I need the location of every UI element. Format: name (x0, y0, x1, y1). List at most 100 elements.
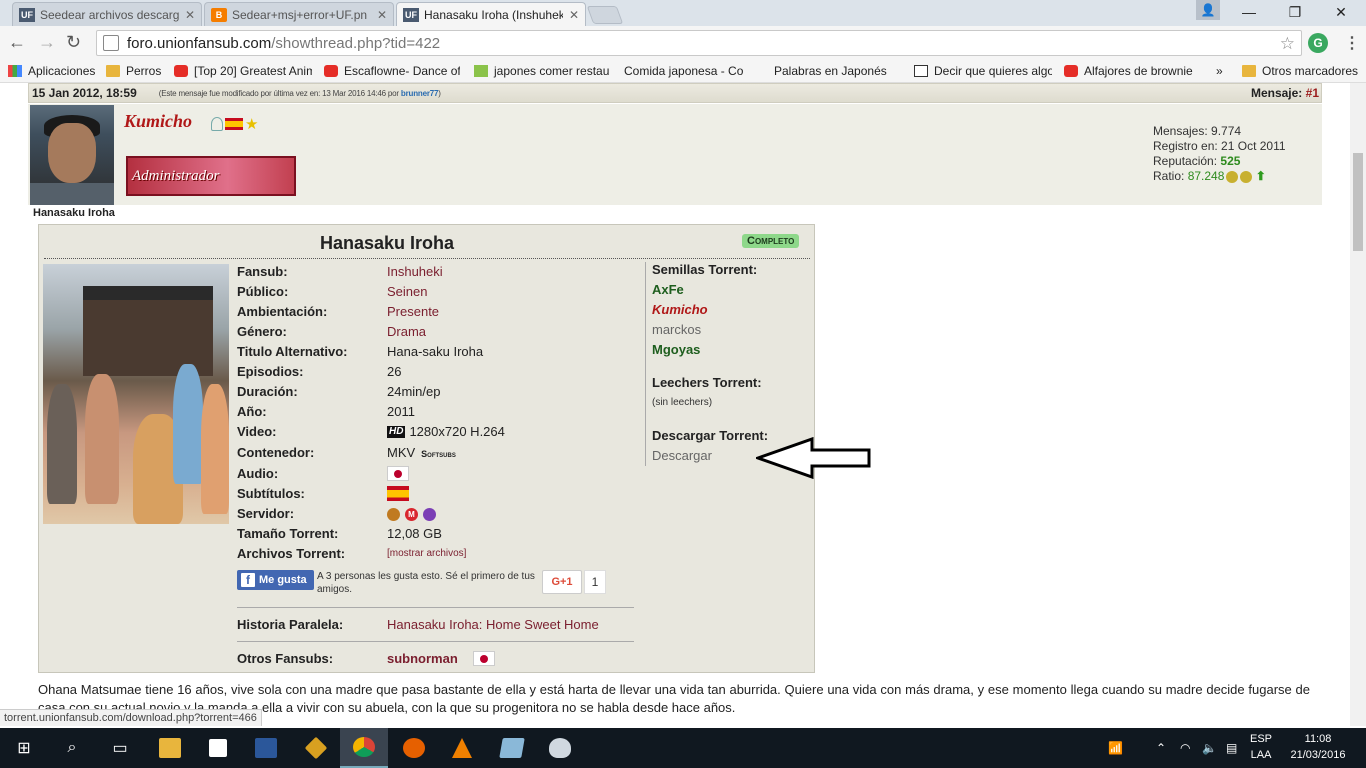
reputation-link[interactable]: 525 (1220, 154, 1240, 168)
leechers-title: Leechers Torrent: (652, 375, 762, 390)
store-icon[interactable] (194, 728, 242, 768)
fansub-link[interactable]: Inshuheki (387, 264, 443, 279)
notifications-icon[interactable]: ▤ (1226, 728, 1237, 768)
close-icon[interactable]: ✕ (377, 8, 387, 22)
bookmark-japones[interactable]: japones comer restau (474, 62, 610, 80)
username-link[interactable]: Kumicho (124, 111, 192, 132)
field-value-servidor: M (387, 505, 441, 521)
bookmark-palabras[interactable]: Palabras en Japonés (774, 62, 904, 80)
arrow-left-icon (756, 437, 871, 479)
bookmark-top20[interactable]: [Top 20] Greatest Anim (174, 62, 312, 80)
clock[interactable]: 11:08 21/03/2016 (1288, 731, 1348, 763)
youtube-icon (324, 65, 338, 77)
tab-image[interactable]: B Sedear+msj+error+UF.pn ✕ (204, 2, 394, 26)
stat-reputacion: Reputación: 525 (1153, 154, 1286, 169)
minimize-button[interactable]: — (1226, 0, 1272, 24)
scrollbar-thumb[interactable] (1353, 153, 1363, 251)
chevron-up-icon[interactable]: ⌃ (1156, 728, 1166, 768)
google-plus-button[interactable]: G+1 (542, 570, 582, 594)
user-info-bar: Kumicho ★ Administrador Mensajes: 9.774 … (28, 104, 1322, 205)
page-info-icon[interactable] (103, 35, 119, 51)
field-value-subtitulos (387, 485, 409, 502)
wifi-icon[interactable]: ◠ (1180, 728, 1190, 768)
bookmark-alfajores[interactable]: Alfajores de brownie (1064, 62, 1202, 80)
tab-seedear[interactable]: UF Seedear archivos descarg ✕ (12, 2, 202, 26)
seed-user-link[interactable]: Mgoyas (652, 342, 700, 357)
japan-flag-icon (473, 650, 495, 666)
otros-fansub-link[interactable]: subnorman (387, 651, 458, 666)
task-view-icon[interactable]: ▭ (96, 728, 144, 768)
seed-user-link[interactable]: Kumicho (652, 302, 708, 317)
new-tab-button[interactable] (586, 6, 624, 24)
chrome-icon[interactable] (340, 728, 388, 768)
other-bookmarks[interactable]: Otros marcadores (1242, 62, 1364, 80)
language-indicator[interactable]: ESP LAA (1250, 731, 1272, 763)
download-torrent-link[interactable]: Descargar (652, 448, 712, 463)
genero-link[interactable]: Drama (387, 324, 426, 339)
avatar[interactable] (30, 105, 114, 205)
status-badge: Completo (742, 234, 800, 248)
historia-link[interactable]: Hanasaku Iroha: Home Sweet Home (387, 617, 599, 632)
stat-label: Reputación: (1153, 154, 1221, 168)
field-value: 2011 (387, 403, 415, 419)
cover-figure (173, 364, 203, 484)
reload-icon[interactable]: ↻ (66, 32, 81, 53)
firefox-icon[interactable] (390, 728, 438, 768)
show-files-link[interactable]: [mostrar archivos] (387, 548, 466, 559)
address-bar[interactable]: foro.unionfansub.com/showthread.php?tid=… (96, 30, 1302, 56)
stat-value: 21 Oct 2011 (1221, 139, 1286, 153)
unionfansub-favicon-icon: UF (403, 8, 419, 22)
bookmark-comida[interactable]: Comida japonesa - Co (624, 62, 762, 80)
field-value-video: HD 1280x720 H.264 (387, 424, 505, 439)
user-profile-icon[interactable]: 👤 (1196, 0, 1220, 20)
close-icon[interactable]: ✕ (185, 8, 195, 22)
bookmark-apps[interactable]: Aplicaciones (8, 62, 96, 80)
field-value-contenedor: MKV Softsubs (387, 445, 456, 460)
back-arrow-icon[interactable]: ← (8, 32, 26, 53)
tab-title: Hanasaku Iroha (Inshuhek (424, 8, 563, 22)
mega-server-icon[interactable]: M (405, 507, 418, 521)
scrollbar[interactable] (1350, 83, 1366, 726)
stat-value: 87.248 (1187, 169, 1225, 183)
tab-title: Sedear+msj+error+UF.pn (232, 7, 368, 22)
bookmarks-overflow-button[interactable]: » (1216, 62, 1230, 80)
tab-hanasaku[interactable]: UF Hanasaku Iroha (Inshuhek ✕ (396, 2, 586, 27)
close-window-button[interactable]: ✕ (1318, 0, 1364, 24)
google-plus-count: 1 (584, 570, 606, 594)
ambientacion-link[interactable]: Presente (387, 304, 439, 319)
app-icon[interactable] (292, 728, 340, 768)
cover-figure (201, 384, 229, 514)
bookmark-label: Comida japonesa - Co (624, 64, 744, 78)
search-icon[interactable]: ⌕ (48, 728, 96, 768)
avatar-face (48, 123, 96, 183)
app-icon[interactable] (488, 728, 536, 768)
facebook-like-button[interactable]: f Me gusta (237, 570, 314, 590)
publico-link[interactable]: Seinen (387, 284, 427, 299)
paint-icon[interactable] (536, 728, 584, 768)
file-explorer-icon[interactable] (146, 728, 194, 768)
field-label: Tamaño Torrent: (237, 525, 339, 541)
bookmark-perros[interactable]: Perros (106, 62, 164, 80)
restore-button[interactable]: ❐ (1272, 0, 1318, 24)
close-icon[interactable]: ✕ (569, 8, 579, 22)
torrent-server-icon[interactable] (387, 507, 400, 521)
hd-icon: HD (387, 426, 406, 439)
chrome-menu-icon[interactable]: ⋮ (1344, 33, 1360, 53)
bookmark-decir[interactable]: Decir que quieres algo (914, 62, 1052, 80)
network-warning-icon[interactable]: 📶 (1108, 728, 1123, 768)
seed-user-link[interactable]: marckos (652, 322, 701, 337)
modified-by-link[interactable]: brunner77 (401, 89, 439, 98)
message-permalink[interactable]: #1 (1306, 86, 1319, 100)
word-icon[interactable] (242, 728, 290, 768)
grammarly-extension-icon[interactable]: G (1308, 33, 1328, 53)
volume-icon[interactable]: 🔈 (1202, 728, 1217, 768)
bookmark-star-icon[interactable]: ☆ (1280, 34, 1295, 54)
forward-arrow-icon[interactable]: → (38, 32, 56, 53)
server-icon[interactable] (423, 507, 436, 521)
bookmark-label: Aplicaciones (28, 64, 96, 78)
field-label: Contenedor: (237, 444, 315, 460)
bookmark-escaflowne[interactable]: Escaflowne- Dance of (324, 62, 460, 80)
seed-user-link[interactable]: AxFe (652, 282, 684, 297)
windows-start-icon[interactable]: ⊞ (0, 728, 48, 768)
vlc-icon[interactable] (438, 728, 486, 768)
